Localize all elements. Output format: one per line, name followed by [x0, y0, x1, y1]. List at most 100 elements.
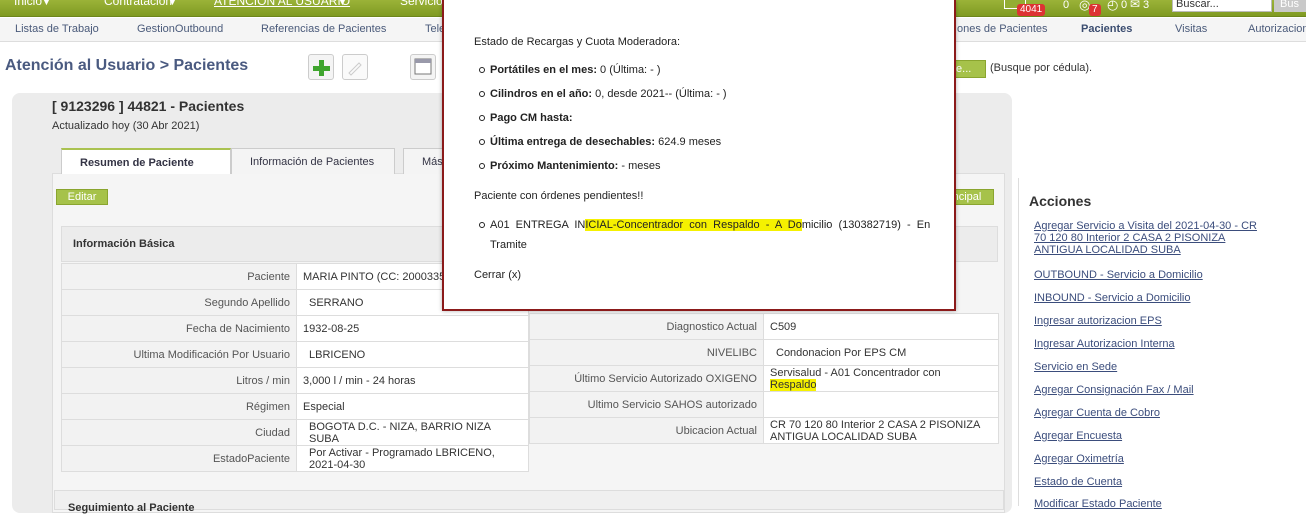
info-value: Condonacion Por EPS CM: [763, 339, 999, 366]
action-cuenta-cobro[interactable]: Agregar Cuenta de Cobro: [1034, 407, 1264, 419]
table-row: Litros / min 3,000 l / min - 24 horas: [61, 367, 529, 394]
info-label: Ubicacion Actual: [529, 417, 764, 444]
last-service-line2: Respaldo: [770, 378, 817, 391]
chat-count: 3: [1143, 0, 1150, 11]
window-button[interactable]: [410, 54, 436, 80]
mail-count-badge: 4041: [1017, 4, 1046, 16]
bullet-icon: [479, 222, 485, 228]
action-ingresar-autorizacion-eps[interactable]: Ingresar autorizacion EPS: [1034, 315, 1264, 327]
item-label: Portátiles en el mes:: [490, 64, 597, 76]
action-modificar-estado[interactable]: Modificar Estado Paciente: [1034, 498, 1264, 510]
subnav-gestion-outbound[interactable]: GestionOutbound: [137, 23, 223, 35]
alert-count-badge: 7: [1089, 4, 1101, 16]
follow-up-title: Seguimiento al Paciente: [68, 502, 195, 514]
item-label: Próximo Mantenimiento:: [490, 160, 619, 172]
subnav-novedades-pacientes[interactable]: ones de Pacientes: [957, 23, 1048, 35]
table-row: Ciudad BOGOTA D.C. - NIZA, BARRIO NIZA SU…: [61, 419, 529, 446]
info-label: Ultima Modificación Por Usuario: [61, 341, 297, 368]
edit-button[interactable]: Editar: [56, 189, 108, 205]
info-label: Régimen: [61, 393, 297, 420]
action-outbound[interactable]: OUTBOUND - Servicio a Domicilio: [1034, 269, 1264, 281]
subnav-autorizaciones[interactable]: Autorizacion: [1248, 23, 1306, 35]
info-value: BOGOTA D.C. - NIZA, BARRIO NIZA SUBA: [296, 419, 529, 446]
action-servicio-sede[interactable]: Servicio en Sede: [1034, 361, 1264, 373]
info-value: [763, 391, 999, 418]
subnav-referencias-pacientes[interactable]: Referencias de Pacientes: [261, 23, 386, 35]
action-consignacion[interactable]: Agregar Consignación Fax / Mail: [1034, 384, 1264, 396]
menu-servicio[interactable]: Servicio: [400, 0, 443, 8]
menu-atencion-usuario[interactable]: ATENCIÓN AL USUARIO: [214, 0, 350, 8]
modal-close-link[interactable]: Cerrar (x): [474, 269, 521, 281]
table-row: Fecha de Nacimiento 1932-08-25: [61, 315, 529, 342]
bullet-icon: [479, 91, 485, 97]
plus-icon: [313, 58, 330, 76]
tab-informacion-pacientes[interactable]: Información de Pacientes: [231, 148, 395, 174]
bullet-icon: [479, 115, 485, 121]
add-button[interactable]: [308, 54, 334, 80]
info-label: EstadoPaciente: [61, 445, 297, 472]
action-inbound[interactable]: INBOUND - Servicio a Domicilio: [1034, 292, 1264, 304]
table-row: Último Servicio Autorizado OXIGENO Servis…: [529, 365, 999, 392]
bullet-icon: [479, 139, 485, 145]
modal-item-pago-cm: Pago CM hasta:: [479, 112, 573, 124]
tab-resumen-paciente[interactable]: Resumen de Paciente: [61, 148, 231, 174]
table-row: Ubicacion Actual CR 70 120 80 Interior 2 …: [529, 417, 999, 444]
actions-title: Acciones: [1029, 193, 1092, 209]
action-oximetria[interactable]: Agregar Oximetría: [1034, 453, 1264, 465]
edit-icon-button[interactable]: [342, 54, 368, 80]
subnav-visitas[interactable]: Visitas: [1175, 23, 1207, 35]
chevron-down-icon: ▼: [42, 0, 51, 7]
modal-heading: Estado de Recargas y Cuota Moderadora:: [474, 36, 681, 48]
info-value: C509: [763, 313, 999, 340]
pending-order-item: A01 ENTREGA INICIAL-Concentrador con Res…: [479, 219, 930, 231]
item-value: - meses: [618, 160, 661, 172]
item-label: Última entrega de desechables:: [490, 136, 656, 148]
order-text-pre: A01 ENTREGA IN: [490, 219, 586, 231]
global-search-button[interactable]: Bus: [1274, 0, 1306, 12]
menu-contratacion[interactable]: Contratación: [104, 0, 172, 8]
follow-up-section: Seguimiento al Paciente: [54, 490, 1004, 514]
global-search-input[interactable]: [1172, 0, 1272, 12]
menu-inicio[interactable]: Inicio: [14, 0, 42, 8]
table-row: Diagnostico Actual C509: [529, 313, 999, 340]
pending-order-line2: Tramite: [490, 239, 527, 251]
clock-count: 0: [1121, 0, 1128, 11]
modal-item-cilindros: Cilindros en el año: 0, desde 2021-- (Úl…: [479, 88, 727, 100]
chevron-down-icon: ▼: [168, 0, 177, 7]
item-label: Pago CM hasta:: [490, 112, 573, 124]
info-label: Ultimo Servicio SAHOS autorizado: [529, 391, 764, 418]
info-value: Por Activar - Programado LBRICENO, 2021-…: [296, 445, 529, 472]
bullet-icon: [479, 163, 485, 169]
table-row: NIVELIBC Condonacion Por EPS CM: [529, 339, 999, 366]
pending-orders-text: Paciente con órdenes pendientes!!: [474, 190, 644, 202]
subnav-pacientes[interactable]: Pacientes: [1081, 23, 1132, 35]
table-row: Régimen Especial: [61, 393, 529, 420]
action-estado-cuenta[interactable]: Estado de Cuenta: [1034, 476, 1264, 488]
info-label: Litros / min: [61, 367, 297, 394]
table-row: Ultimo Servicio SAHOS autorizado: [529, 391, 999, 418]
clock-icon[interactable]: ◴: [1107, 0, 1118, 13]
window-icon: [414, 58, 432, 75]
bullet-icon: [479, 67, 485, 73]
info-label: Último Servicio Autorizado OXIGENO: [529, 365, 764, 392]
action-autorizacion-interna[interactable]: Ingresar Autorizacion Interna: [1034, 338, 1264, 350]
order-text-highlight: ICIAL-Concentrador con Respaldo - A Do: [585, 219, 802, 231]
info-value: 1932-08-25: [296, 315, 529, 342]
chat-icon[interactable]: ✉: [1130, 0, 1140, 11]
basic-info-right-table: Diagnostico Actual C509 NIVELIBC Condonaci…: [529, 313, 999, 444]
info-value: CR 70 120 80 Interior 2 CASA 2 PISONIZA …: [763, 417, 999, 444]
recharge-status-modal: Estado de Recargas y Cuota Moderadora: P…: [442, 0, 956, 311]
item-label: Cilindros en el año:: [490, 88, 593, 100]
last-service-text: Servisalud - A01 Concentrador: [770, 366, 920, 379]
info-value: 3,000 l / min - 24 horas: [296, 367, 529, 394]
page-title: Atención al Usuario > Pacientes: [5, 57, 249, 74]
search-hint: (Busque por cédula).: [990, 62, 1093, 74]
action-agregar-servicio-visita[interactable]: Agregar Servicio a Visita del 2021-04-30…: [1034, 220, 1264, 256]
action-encuesta[interactable]: Agregar Encuesta: [1034, 430, 1264, 442]
info-label: Diagnostico Actual: [529, 313, 764, 340]
subnav-listas-trabajo[interactable]: Listas de Trabajo: [15, 23, 99, 35]
pencil-icon: [348, 62, 362, 76]
info-label: Segundo Apellido: [61, 289, 297, 316]
info-label: Ciudad: [61, 419, 297, 446]
message-count: 0: [1063, 0, 1070, 11]
